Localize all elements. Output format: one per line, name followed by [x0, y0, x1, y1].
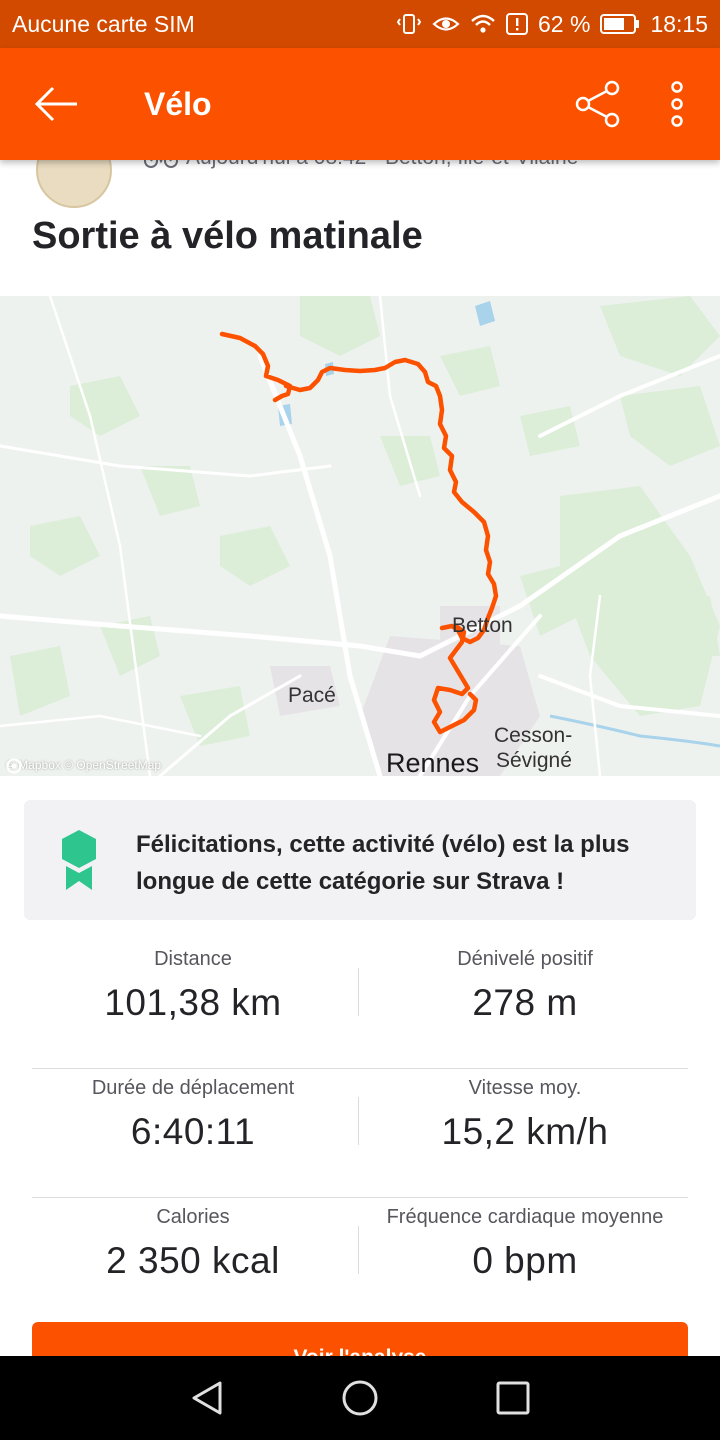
nav-home-button[interactable] [330, 1368, 390, 1428]
stat-divider [358, 1226, 359, 1274]
map-label-sevigne: Sévigné [496, 749, 572, 772]
view-analysis-button[interactable]: Voir l'analyse [32, 1322, 688, 1356]
stat-label: Fréquence cardiaque moyenne [386, 1206, 664, 1228]
attribution-text: © Mapbox © OpenStreetMap [6, 758, 162, 772]
map-label-pace: Pacé [288, 684, 336, 707]
nav-recents-button[interactable] [483, 1368, 543, 1428]
eye-icon [432, 13, 460, 35]
stat-heart-rate: Fréquence cardiaque moyenne 0 bpm [360, 1198, 690, 1327]
stat-label: Distance [154, 948, 232, 970]
stat-value: 6:40:11 [130, 1111, 256, 1152]
stat-distance: Distance 101,38 km [32, 940, 354, 1069]
stat-moving-time: Durée de déplacement 6:40:11 [32, 1069, 354, 1198]
clock: 18:15 [650, 10, 708, 37]
stat-divider [358, 968, 359, 1016]
stat-elevation: Dénivelé positif 278 m [360, 940, 690, 1069]
share-icon [575, 80, 620, 128]
more-options-button[interactable] [634, 48, 720, 160]
stats-row: Durée de déplacement 6:40:11 Vitesse moy… [32, 1069, 688, 1198]
activity-date-location: Aujourd'hui à 08:42 · Betton, Ille-et-Vi… [186, 160, 578, 170]
map-attribution[interactable]: © Mapbox © OpenStreetMap [6, 758, 162, 774]
nav-back-button[interactable] [177, 1368, 237, 1428]
map-label-rennes: Rennes [386, 748, 480, 776]
mapbox-logo-icon [6, 758, 22, 774]
activity-title: Sortie à vélo matinale [32, 215, 423, 257]
back-button[interactable] [0, 48, 112, 160]
route-map[interactable]: Betton Pacé Rennes Cesson- Sévigné © Map… [0, 296, 720, 776]
nav-recents-icon [496, 1381, 530, 1415]
map-label-cesson: Cesson- [494, 724, 573, 747]
battery-percent: 62 % [538, 10, 591, 37]
map-label-betton: Betton [452, 614, 513, 637]
more-vertical-icon [671, 81, 683, 127]
stat-value: 2 350 kcal [106, 1240, 280, 1281]
stat-divider [358, 1097, 359, 1145]
stat-label: Dénivelé positif [457, 948, 593, 970]
stats-grid: Distance 101,38 km Dénivelé positif 278 … [32, 940, 688, 1327]
status-bar: Aucune carte SIM 62 % 18:15 [0, 0, 720, 48]
stat-avg-speed: Vitesse moy. 15,2 km/h [360, 1069, 690, 1198]
system-nav-bar [0, 1356, 720, 1440]
stat-calories: Calories 2 350 kcal [32, 1198, 354, 1327]
stat-value: 101,38 km [104, 982, 282, 1023]
wifi-icon [470, 13, 496, 35]
stats-row: Distance 101,38 km Dénivelé positif 278 … [32, 940, 688, 1069]
nav-home-icon [342, 1380, 378, 1416]
share-button[interactable] [564, 48, 634, 160]
nav-back-icon [192, 1381, 222, 1415]
vibrate-icon [396, 12, 422, 36]
back-arrow-icon [34, 86, 77, 122]
stat-label: Vitesse moy. [468, 1077, 582, 1099]
stat-value: 278 m [472, 982, 578, 1023]
achievement-badge-icon [60, 828, 98, 899]
stat-label: Calories [156, 1206, 230, 1228]
status-icons: 62 % 18:15 [396, 11, 708, 38]
achievement-text: Félicitations, cette activité (vélo) est… [136, 831, 630, 895]
stat-value: 0 bpm [472, 1240, 578, 1281]
activity-meta: Aujourd'hui à 08:42 · Betton, Ille-et-Vi… [144, 160, 578, 170]
stats-row: Calories 2 350 kcal Fréquence cardiaque … [32, 1198, 688, 1327]
page-title: Vélo [144, 85, 212, 122]
stat-value: 15,2 km/h [441, 1111, 609, 1152]
carrier-label: Aucune carte SIM [12, 10, 195, 37]
athlete-avatar[interactable] [36, 160, 112, 208]
bike-icon [144, 160, 178, 168]
achievement-banner: Félicitations, cette activité (vélo) est… [24, 800, 696, 920]
stat-label: Durée de déplacement [91, 1077, 295, 1099]
app-bar: Vélo [0, 48, 720, 160]
alert-icon [506, 13, 528, 35]
battery-icon [600, 13, 640, 35]
map-canvas [0, 296, 720, 776]
activity-content[interactable]: Aujourd'hui à 08:42 · Betton, Ille-et-Vi… [0, 160, 720, 1356]
